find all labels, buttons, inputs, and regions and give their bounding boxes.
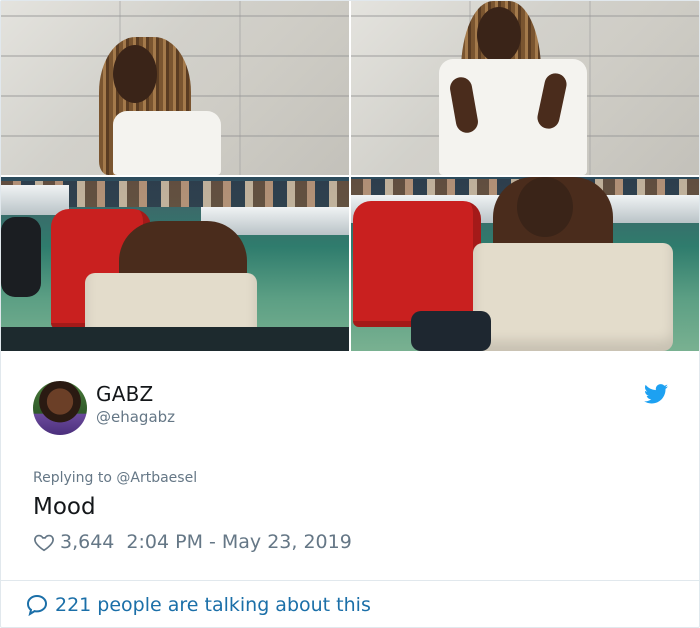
- twitter-bird-icon[interactable]: [644, 384, 668, 404]
- heart-icon[interactable]: [33, 531, 55, 553]
- reply-context: Replying to @Artbaesel: [33, 470, 197, 486]
- face-shape: [477, 7, 521, 63]
- boat-shape: [1, 185, 69, 215]
- photo-2[interactable]: [351, 1, 699, 175]
- photo-4[interactable]: [351, 177, 699, 351]
- face-shape: [113, 45, 157, 103]
- avatar[interactable]: [33, 381, 87, 435]
- tweet-text: Mood: [33, 494, 96, 520]
- conversation-link[interactable]: 221 people are talking about this: [55, 594, 371, 616]
- shirt-shape: [113, 111, 221, 175]
- photo-1[interactable]: [1, 1, 349, 175]
- motor-shape: [1, 217, 41, 297]
- display-name[interactable]: GABZ: [96, 382, 153, 406]
- photo-3[interactable]: [1, 177, 349, 351]
- replying-prefix: Replying to: [33, 470, 112, 486]
- conversation-footer[interactable]: 221 people are talking about this: [1, 580, 699, 628]
- tweet-body: GABZ @ehagabz Replying to @Artbaesel Moo…: [1, 352, 699, 580]
- media-grid: [1, 1, 699, 351]
- boat-deck-shape: [1, 327, 349, 351]
- bag-shape: [411, 311, 491, 351]
- reply-mention-link[interactable]: @Artbaesel: [116, 470, 197, 486]
- blouse-shape: [473, 243, 673, 351]
- tweet-meta: 3,644 2:04 PM - May 23, 2019: [33, 530, 352, 554]
- chair-shape: [353, 201, 481, 327]
- speech-bubble-icon: [26, 594, 48, 616]
- user-handle[interactable]: @ehagabz: [96, 408, 175, 426]
- like-count[interactable]: 3,644: [60, 531, 114, 553]
- timestamp[interactable]: 2:04 PM - May 23, 2019: [126, 531, 351, 553]
- face-shape: [517, 177, 573, 237]
- tweet-card: GABZ @ehagabz Replying to @Artbaesel Moo…: [0, 0, 700, 628]
